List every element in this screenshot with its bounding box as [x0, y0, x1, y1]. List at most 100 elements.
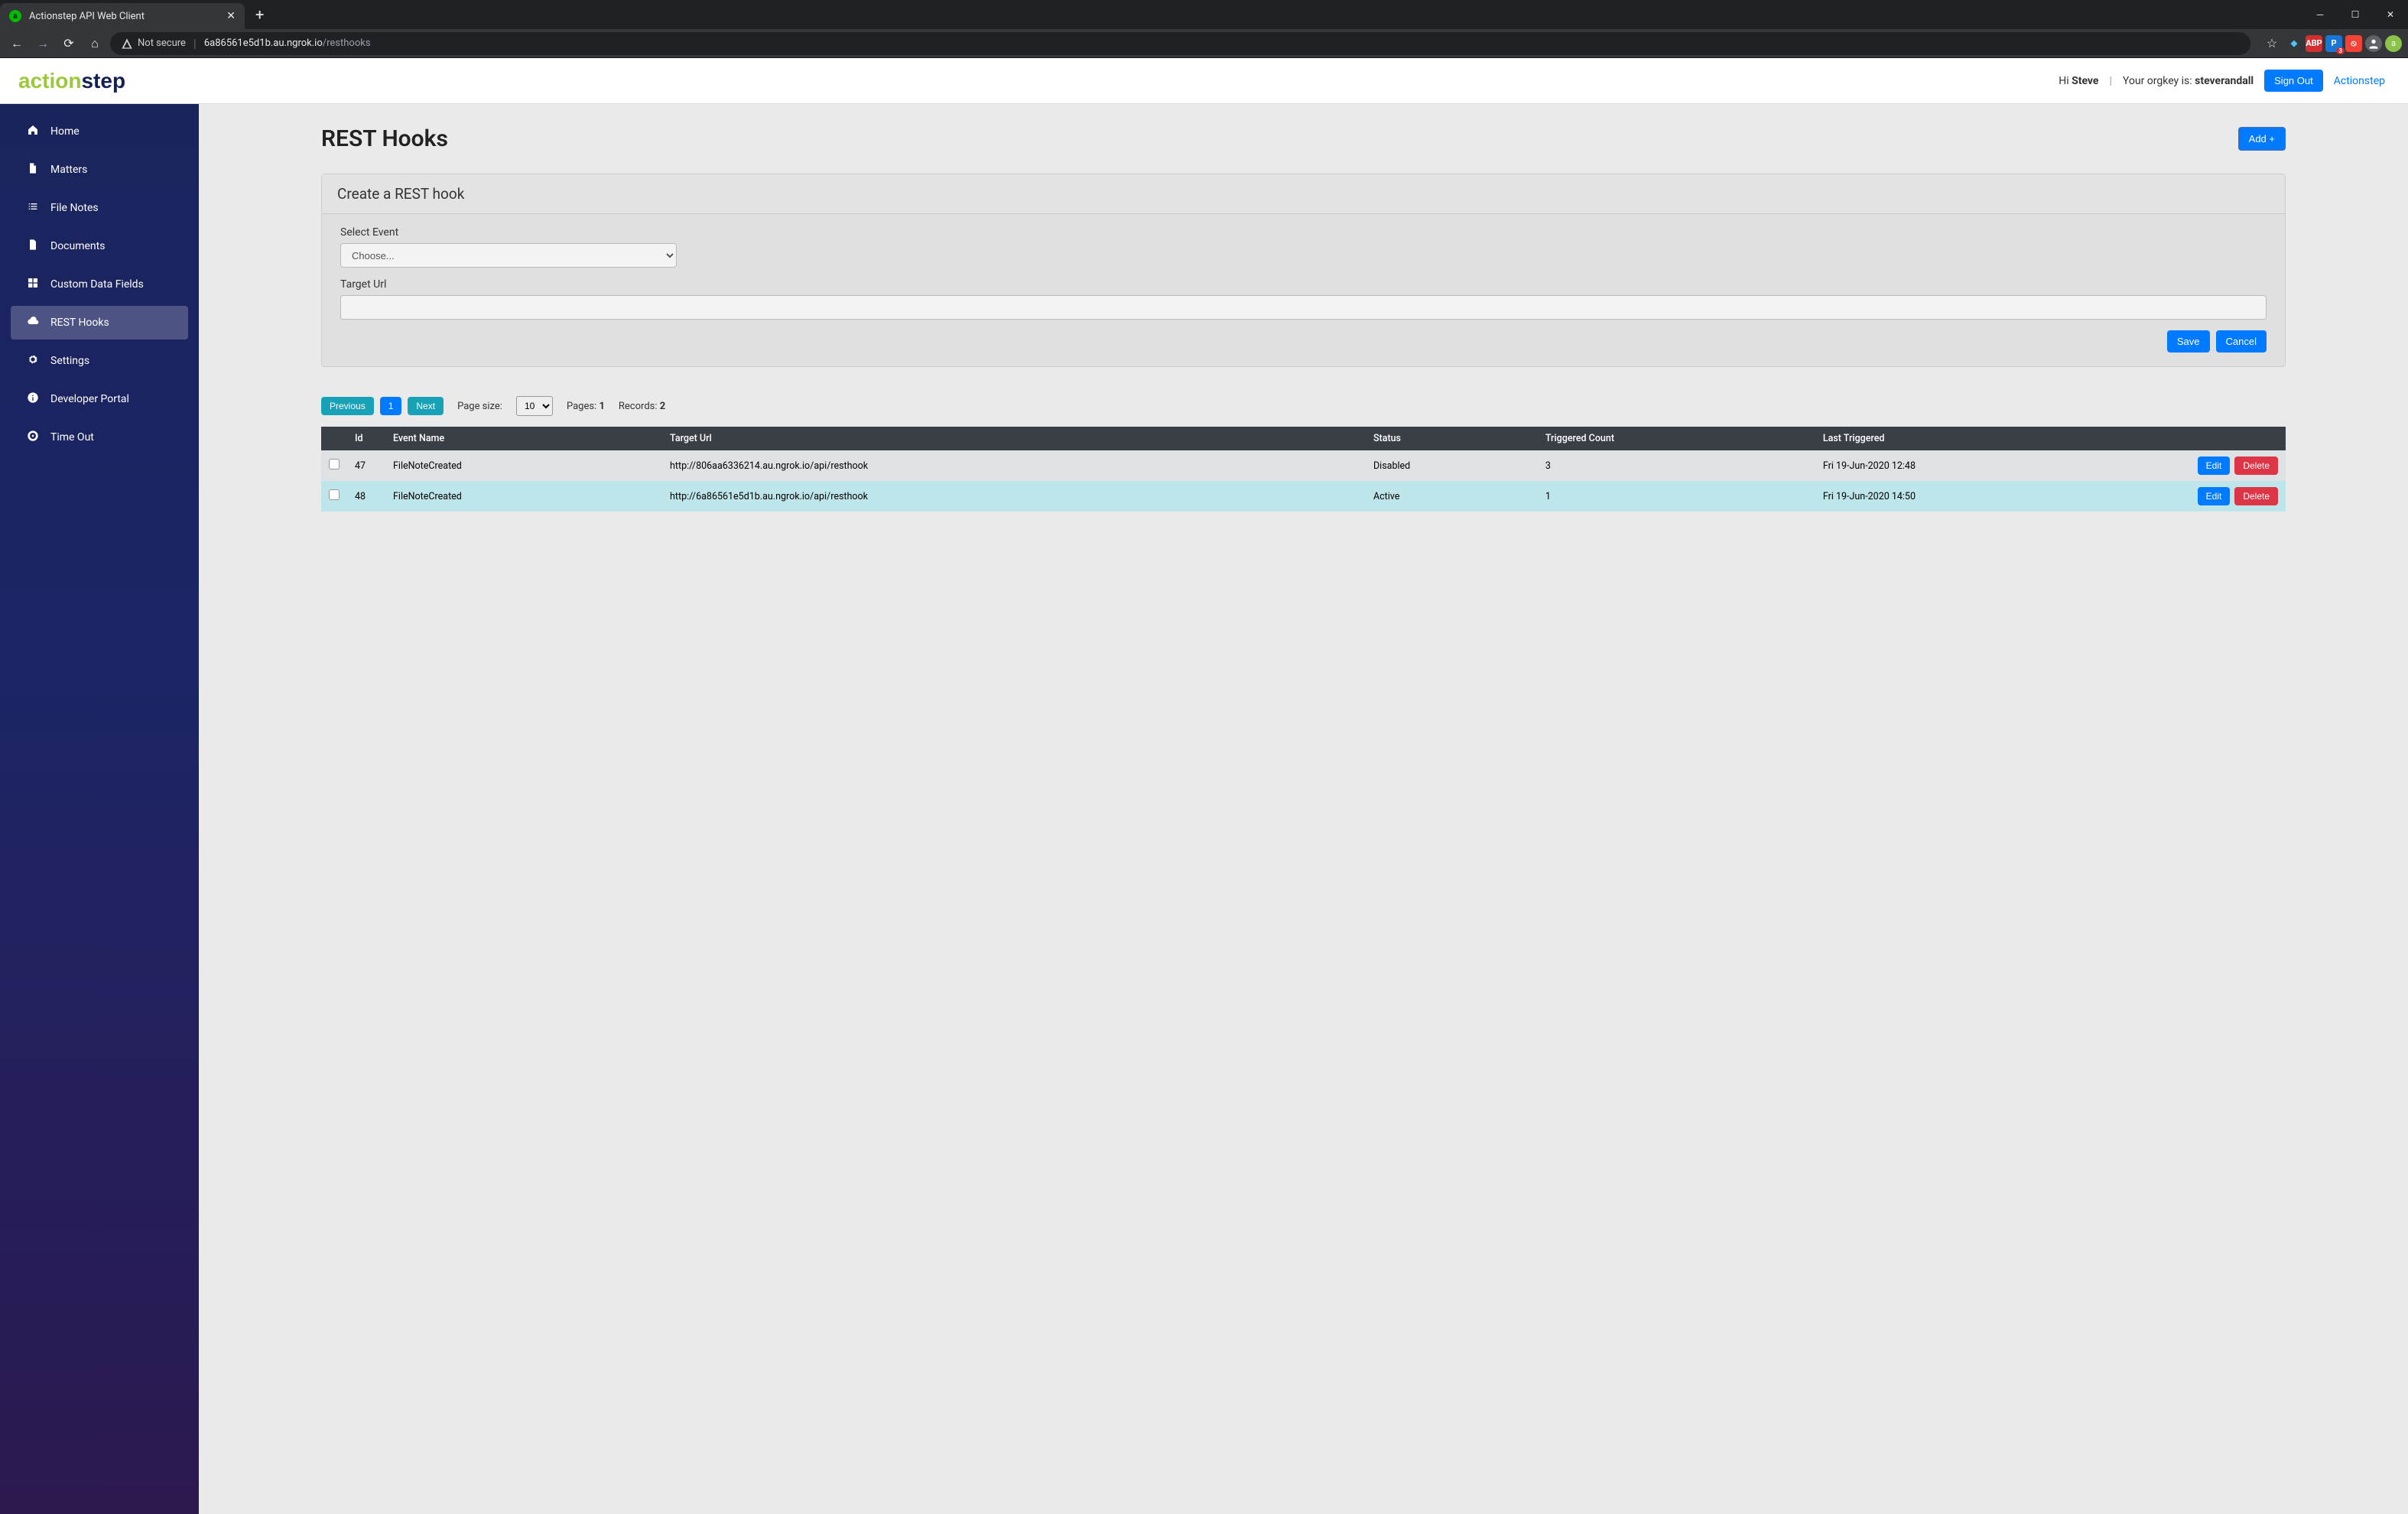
table-header	[321, 427, 347, 450]
sidebar-item-label: Home	[50, 125, 80, 138]
pages-text: Pages: 1	[567, 401, 605, 412]
table-header: Target Url	[662, 427, 1366, 450]
main-content: REST Hooks Add + Create a REST hook Sele…	[199, 104, 2408, 1514]
cell-triggered-count: 3	[1538, 450, 1815, 481]
gear-icon	[26, 353, 40, 369]
cell-target-url: http://806aa6336214.au.ngrok.io/api/rest…	[662, 450, 1366, 481]
extension-p-icon[interactable]: P3	[2325, 35, 2342, 52]
cell-status: Active	[1366, 481, 1538, 512]
add-button[interactable]: Add +	[2238, 127, 2286, 151]
sidebar-item-home[interactable]: Home	[11, 115, 188, 148]
table-header: Status	[1366, 427, 1538, 450]
header-separator: |	[2109, 75, 2111, 87]
warning-icon	[121, 37, 133, 50]
home-icon	[26, 124, 40, 139]
doc-icon	[26, 239, 40, 254]
extension-abp-icon[interactable]: ABP	[2306, 35, 2322, 52]
bookmark-star-icon[interactable]: ☆	[2261, 33, 2283, 54]
window-close-button[interactable]: ✕	[2373, 2, 2408, 27]
previous-button[interactable]: Previous	[321, 397, 374, 415]
target-url-input[interactable]	[340, 295, 2267, 320]
hooks-table: IdEvent NameTarget UrlStatusTriggered Co…	[321, 427, 2286, 512]
nav-home-button[interactable]: ⌂	[84, 33, 106, 54]
sidebar-item-label: Custom Data Fields	[50, 278, 144, 291]
not-secure-label: Not secure	[138, 37, 186, 49]
table-header: Last Triggered	[1815, 427, 2171, 450]
cell-last-triggered: Fri 19-Jun-2020 12:48	[1815, 450, 2171, 481]
cell-id: 48	[347, 481, 385, 512]
sidebar-item-rest-hooks[interactable]: REST Hooks	[11, 306, 188, 340]
window-titlebar: a Actionstep API Web Client ✕ + ─ ☐ ✕	[0, 0, 2408, 29]
brand-logo: actionstep	[18, 69, 125, 93]
pagination-row: Previous 1 Next Page size: 10 Pages: 1 R…	[321, 396, 2286, 416]
browser-tab[interactable]: a Actionstep API Web Client ✕	[0, 3, 245, 29]
extension-block-icon[interactable]: ⦸	[2345, 35, 2362, 52]
table-header: Id	[347, 427, 385, 450]
grid-icon	[26, 277, 40, 292]
target-url-label: Target Url	[340, 278, 2267, 291]
sidebar-item-label: Matters	[50, 164, 87, 176]
cell-id: 47	[347, 450, 385, 481]
row-checkbox[interactable]	[329, 459, 340, 469]
window-minimize-button[interactable]: ─	[2302, 2, 2338, 27]
tab-close-icon[interactable]: ✕	[226, 10, 236, 22]
sidebar-item-label: File Notes	[50, 202, 99, 214]
brand-link[interactable]: Actionstep	[2334, 75, 2385, 87]
table-row: 47FileNoteCreatedhttp://806aa6336214.au.…	[321, 450, 2286, 481]
sidebar-item-label: Documents	[50, 240, 105, 252]
sidebar-item-label: REST Hooks	[50, 317, 109, 329]
nav-reload-button[interactable]: ⟳	[58, 33, 80, 54]
address-bar[interactable]: Not secure | 6a86561e5d1b.au.ngrok.io/re…	[110, 32, 2250, 55]
cloud-icon	[26, 315, 40, 330]
account-badge-icon[interactable]: a	[2385, 35, 2402, 52]
extension-diamond-icon[interactable]: ◆	[2286, 35, 2302, 52]
sidebar-item-documents[interactable]: Documents	[11, 229, 188, 263]
sidebar-item-label: Developer Portal	[50, 393, 129, 405]
sidebar-item-developer-portal[interactable]: Developer Portal	[11, 382, 188, 416]
cell-target-url: http://6a86561e5d1b.au.ngrok.io/api/rest…	[662, 481, 1366, 512]
sidebar-item-custom-data-fields[interactable]: Custom Data Fields	[11, 268, 188, 301]
card-title: Create a REST hook	[322, 174, 2285, 214]
cell-triggered-count: 1	[1538, 481, 1815, 512]
sidebar-nav: Home Matters File Notes Documents Custom Dat…	[0, 104, 199, 1514]
table-header	[2171, 427, 2286, 450]
sidebar-item-matters[interactable]: Matters	[11, 153, 188, 187]
nav-back-button[interactable]: ←	[6, 33, 28, 54]
info-icon	[26, 391, 40, 407]
greeting-text: Hi Steve	[2059, 75, 2098, 87]
select-event-dropdown[interactable]: Choose...	[340, 243, 677, 268]
new-tab-button[interactable]: +	[255, 5, 264, 24]
cell-event-name: FileNoteCreated	[385, 450, 662, 481]
cancel-button[interactable]: Cancel	[2216, 330, 2267, 353]
create-hook-card: Create a REST hook Select Event Choose..…	[321, 174, 2286, 367]
url-text: 6a86561e5d1b.au.ngrok.io/resthooks	[204, 37, 371, 49]
cell-last-triggered: Fri 19-Jun-2020 14:50	[1815, 481, 2171, 512]
next-button[interactable]: Next	[408, 397, 444, 415]
select-event-label: Select Event	[340, 226, 2267, 239]
delete-button[interactable]: Delete	[2234, 456, 2278, 475]
row-checkbox[interactable]	[329, 489, 340, 500]
nav-forward-button[interactable]: →	[32, 33, 54, 54]
cell-status: Disabled	[1366, 450, 1538, 481]
sidebar-item-time-out[interactable]: Time Out	[11, 421, 188, 454]
save-button[interactable]: Save	[2167, 330, 2210, 353]
window-maximize-button[interactable]: ☐	[2338, 2, 2373, 27]
delete-button[interactable]: Delete	[2234, 487, 2278, 505]
table-header: Triggered Count	[1538, 427, 1815, 450]
sign-out-button[interactable]: Sign Out	[2264, 70, 2323, 92]
sidebar-item-file-notes[interactable]: File Notes	[11, 191, 188, 225]
page-title: REST Hooks	[321, 125, 448, 152]
page-size-select[interactable]: 10	[516, 396, 553, 416]
tab-title: Actionstep API Web Client	[29, 11, 219, 22]
edit-button[interactable]: Edit	[2198, 487, 2231, 505]
browser-toolbar: ← → ⟳ ⌂ Not secure | 6a86561e5d1b.au.ngr…	[0, 29, 2408, 58]
cell-event-name: FileNoteCreated	[385, 481, 662, 512]
edit-button[interactable]: Edit	[2198, 456, 2231, 475]
page-number-button[interactable]: 1	[380, 397, 402, 415]
sidebar-item-label: Settings	[50, 355, 89, 367]
sidebar-item-settings[interactable]: Settings	[11, 344, 188, 378]
sidebar-item-label: Time Out	[50, 431, 94, 443]
not-secure-badge[interactable]: Not secure	[121, 37, 186, 50]
page-size-label: Page size:	[457, 401, 502, 412]
profile-avatar-icon[interactable]	[2365, 35, 2382, 52]
